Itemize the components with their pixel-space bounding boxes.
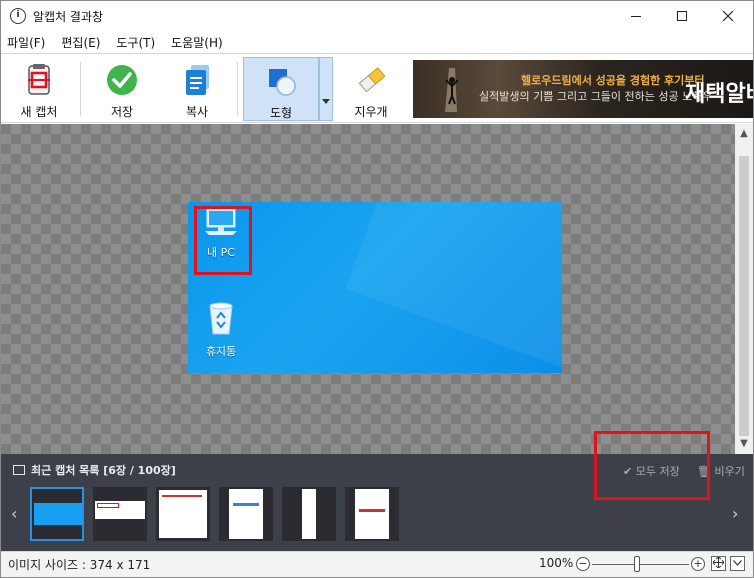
vertical-scrollbar[interactable]: ▲ ▼ (735, 124, 753, 454)
scroll-down-icon[interactable]: ▼ (735, 436, 753, 452)
thumbnail-preview (34, 503, 82, 525)
chevron-right-icon[interactable]: › (732, 504, 738, 523)
background-light-streak (345, 202, 562, 373)
chevron-down-icon (733, 560, 742, 566)
thumbnail-preview-mark (97, 503, 119, 508)
save-label: 저장 (110, 105, 134, 119)
zoom-level: 100% (539, 556, 574, 570)
window-title: 알캡처 결과창 (33, 10, 104, 24)
shape-dropdown-button[interactable] (319, 57, 333, 121)
close-icon (722, 10, 734, 22)
ad-headline: 헬로우드림에서 성공을 경험한 후기부터 (521, 74, 705, 87)
copy-label: 복사 (185, 105, 209, 119)
thumbnail-capture-1[interactable] (30, 487, 84, 541)
zoom-slider-handle[interactable] (634, 556, 640, 572)
save-button[interactable]: 저장 (89, 57, 155, 121)
thumbnail-preview-mark (233, 503, 259, 506)
new-capture-icon (22, 63, 56, 97)
person-on-podium-icon (445, 68, 459, 112)
recent-captures-title: 최근 캡처 목록 [6장 / 100장] (31, 464, 176, 477)
thumbnail-capture-2[interactable] (93, 487, 147, 541)
clear-all-label: 비우기 (714, 465, 745, 478)
eraser-icon (354, 63, 388, 97)
maximize-button[interactable] (659, 1, 705, 31)
maximize-icon (677, 11, 687, 21)
copy-icon (180, 63, 214, 97)
thumbnail-capture-5[interactable] (282, 487, 336, 541)
minimize-icon (631, 15, 641, 17)
toolbar: 새 캡처 저장 복사 도형 지우개 헬로우드림에서 성공을 경험한 후기부터 실… (1, 53, 753, 123)
thumbnail-preview (229, 489, 263, 539)
menu-file[interactable]: 파일(F) (7, 34, 45, 51)
status-bar: 이미지 사이즈 : 374 x 171 100% − + (1, 551, 753, 577)
shape-button[interactable]: 도형 (243, 57, 319, 121)
eraser-button[interactable]: 지우개 (339, 57, 403, 121)
scroll-up-icon[interactable]: ▲ (735, 126, 753, 142)
close-button[interactable] (705, 1, 751, 31)
ad-subline: 실적발생의 기쁨 그리고 그들이 전하는 성공 노하우 (479, 90, 713, 103)
check-icon (105, 63, 139, 97)
thumbnail-preview-mark (162, 495, 202, 497)
thumbnail-preview-mark (359, 509, 385, 512)
highlight-rectangle[interactable] (594, 431, 710, 500)
chevron-left-icon[interactable]: ‹ (11, 504, 17, 523)
shape-icon (264, 64, 298, 98)
eraser-label: 지우개 (354, 105, 388, 119)
thumbnail-capture-6[interactable] (345, 487, 399, 541)
caret-down-icon (322, 99, 330, 104)
menu-edit[interactable]: 편집(E) (61, 34, 100, 51)
app-logo-icon: i (10, 8, 26, 24)
fit-to-window-button[interactable] (711, 556, 726, 571)
menu-bar: 파일(F) 편집(E) 도구(T) 도움말(H) (1, 31, 753, 53)
toolbar-divider (237, 62, 238, 116)
zoom-out-button[interactable]: − (576, 557, 590, 571)
thumbnail-capture-3[interactable] (156, 487, 210, 541)
scrollbar-thumb[interactable] (739, 156, 749, 436)
minimize-button[interactable] (613, 1, 659, 31)
new-capture-label: 새 캡처 (20, 105, 58, 119)
desktop-icon-recycle-bin: 휴지통 (191, 300, 251, 359)
shape-label: 도형 (269, 106, 293, 120)
thumbnail-preview (355, 489, 389, 539)
copy-button[interactable]: 복사 (163, 57, 231, 121)
ad-title: 재택알바 (685, 82, 753, 107)
zoom-slider-track[interactable] (592, 564, 689, 565)
thumbnail-preview (302, 489, 316, 539)
toolbar-divider (80, 62, 81, 116)
window-stack-icon (13, 465, 25, 475)
highlight-rectangle[interactable] (194, 206, 252, 275)
recycle-bin-label: 휴지통 (205, 345, 237, 358)
ad-banner[interactable]: 헬로우드림에서 성공을 경험한 후기부터 실적발생의 기쁨 그리고 그들이 전하… (413, 60, 753, 118)
fit-screen-icon (712, 556, 725, 569)
menu-help[interactable]: 도움말(H) (171, 34, 223, 51)
zoom-in-button[interactable]: + (691, 557, 705, 571)
title-bar: i 알캡처 결과창 (1, 1, 753, 31)
thumbnail-preview (159, 490, 207, 538)
recycle-bin-icon (209, 302, 233, 335)
image-size-text: 이미지 사이즈 : 374 x 171 (8, 558, 151, 572)
capture-result-window: i 알캡처 결과창 파일(F) 편집(E) 도구(T) 도움말(H) 새 캡처 (0, 0, 754, 578)
menu-tools[interactable]: 도구(T) (116, 34, 155, 51)
new-capture-button[interactable]: 새 캡처 (7, 57, 71, 121)
zoom-menu-button[interactable] (730, 556, 745, 571)
thumbnail-capture-4[interactable] (219, 487, 273, 541)
